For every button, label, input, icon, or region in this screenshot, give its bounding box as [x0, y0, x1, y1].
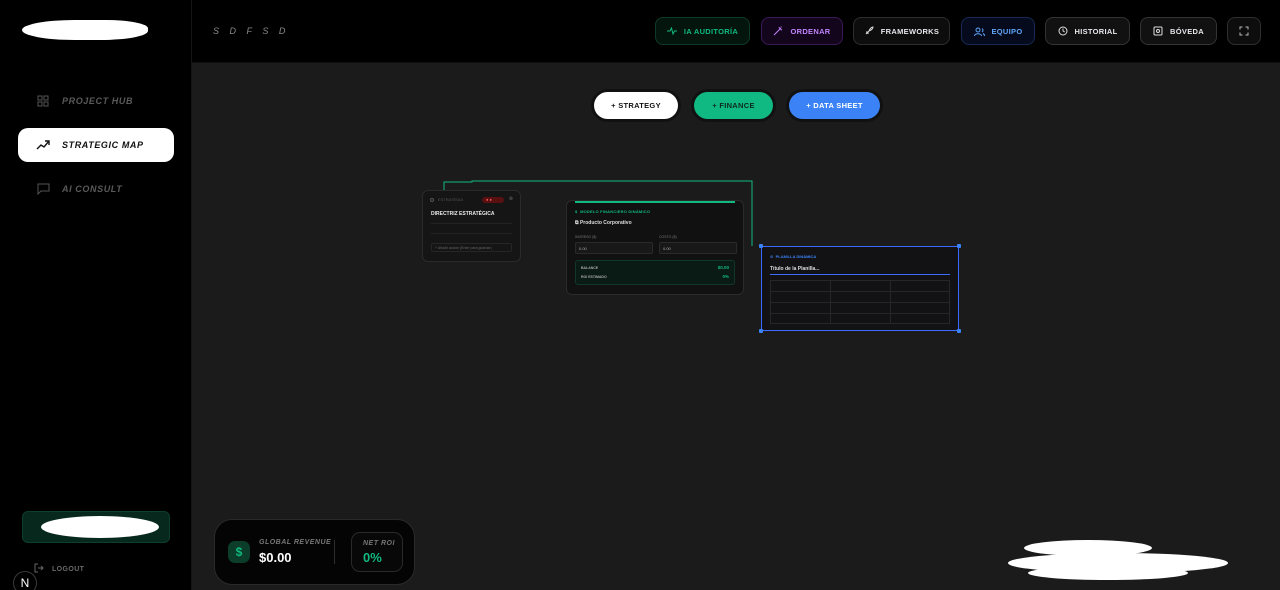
- wand-icon: [774, 26, 783, 36]
- strategy-node-title[interactable]: DIRECTRIZ ESTRATÉGICA: [431, 211, 495, 217]
- user-avatar-badge[interactable]: N: [13, 571, 37, 590]
- net-roi-label: NET ROI: [363, 540, 395, 547]
- history-icon: [1058, 26, 1067, 36]
- vault-icon: [1153, 26, 1163, 36]
- finance-node[interactable]: $ MODELO FINANCIERO DINÁMICO ⧉ Producto …: [566, 200, 744, 295]
- sidebar: PROJECT HUB STRATEGIC MAP AI CONSULT LOG…: [0, 0, 192, 590]
- add-strategy-button[interactable]: + STRATEGY: [594, 92, 678, 119]
- chat-icon: [36, 182, 50, 196]
- sidebar-item-strategic-map[interactable]: STRATEGIC MAP: [18, 128, 174, 162]
- button-label: FRAMEWORKS: [880, 26, 940, 36]
- finance-accent-bar: [575, 201, 735, 203]
- button-label: IA AUDITORÍA: [683, 26, 739, 36]
- strategy-node-header: ESTRATEGIA: [430, 197, 463, 202]
- finance-node-header: $ MODELO FINANCIERO DINÁMICO: [575, 209, 651, 214]
- finance-node-title[interactable]: ⧉ Producto Corporativo: [575, 220, 632, 226]
- sheet-title-input[interactable]: Título de la Planilla...: [770, 266, 819, 272]
- ordenar-button[interactable]: ORDENAR: [761, 17, 843, 45]
- resize-handle[interactable]: [759, 329, 763, 333]
- button-label: EQUIPO: [991, 26, 1023, 36]
- sheet-node-header-label: PLANILLA DINÁMICA: [775, 254, 817, 259]
- cost-input[interactable]: 0.00: [659, 242, 737, 254]
- income-label: INGRESO ($): [575, 235, 597, 239]
- divider: [431, 223, 512, 224]
- logout-label: LOGOUT: [52, 565, 85, 573]
- resize-handle[interactable]: [759, 244, 763, 248]
- global-revenue-label: GLOBAL REVENUE: [259, 539, 332, 546]
- add-data-sheet-button[interactable]: + DATA SHEET: [789, 92, 880, 119]
- dollar-icon: $: [228, 541, 250, 563]
- button-label: HISTORIAL: [1074, 26, 1118, 36]
- sidebar-item-label: AI CONSULT: [62, 184, 123, 194]
- strategic-map-canvas[interactable]: + STRATEGY + FINANCE + DATA SHEET ESTRAT…: [192, 63, 1280, 590]
- priority-badge[interactable]: ● ●: [482, 197, 504, 203]
- equipo-button[interactable]: EQUIPO: [961, 17, 1035, 45]
- rocket-icon: [865, 26, 874, 35]
- global-revenue-value: $0.00: [259, 550, 292, 565]
- topbar: S D F S D IA AUDITORÍA ORDENAR FRAMEWORK…: [192, 0, 1280, 63]
- sidebar-item-label: PROJECT HUB: [62, 96, 134, 106]
- button-label: BÓVEDA: [1170, 26, 1204, 36]
- net-roi-value: 0%: [363, 550, 382, 565]
- logout-icon: [34, 563, 44, 575]
- grid-icon: [36, 94, 50, 108]
- button-label: ORDENAR: [790, 26, 831, 36]
- finance-node-header-label: MODELO FINANCIERO DINÁMICO: [580, 209, 651, 214]
- strategy-node-header-label: ESTRATEGIA: [438, 197, 464, 202]
- resize-handle[interactable]: [957, 244, 961, 248]
- boveda-button[interactable]: BÓVEDA: [1140, 17, 1217, 45]
- sheet-grid[interactable]: [770, 280, 950, 324]
- roi-value: 0%: [722, 274, 729, 279]
- resize-handle[interactable]: [957, 329, 961, 333]
- finance-node-title-text: Producto Corporativo: [579, 220, 632, 226]
- sheet-node-header: ⊙ PLANILLA DINÁMICA: [770, 254, 817, 259]
- logout-button[interactable]: LOGOUT: [34, 563, 84, 575]
- trending-up-icon: [36, 138, 50, 152]
- sheet-title-underline: [770, 274, 950, 275]
- divider: [334, 540, 335, 564]
- strategy-node[interactable]: ESTRATEGIA ● ● ⊗ DIRECTRIZ ESTRATÉGICA +…: [422, 190, 521, 262]
- balance-label: BALANCE: [581, 266, 599, 270]
- user-card-redacted[interactable]: [22, 511, 170, 543]
- sidebar-item-label: STRATEGIC MAP: [62, 140, 144, 150]
- redacted-area: [1008, 540, 1228, 580]
- income-input[interactable]: 0.00: [575, 242, 653, 254]
- add-action-input[interactable]: + Añadir acción (Enter para guardar): [431, 243, 512, 252]
- users-icon: [973, 27, 985, 36]
- cost-label: COSTO ($): [659, 235, 677, 239]
- close-icon[interactable]: ⊗: [509, 196, 513, 202]
- balance-value: $0.00: [717, 265, 729, 270]
- historial-button[interactable]: HISTORIAL: [1045, 17, 1130, 45]
- logo-redacted: [22, 20, 148, 40]
- divider: [431, 233, 512, 234]
- roi-label: ROI ESTIMADO: [581, 275, 607, 279]
- ia-auditoria-button[interactable]: IA AUDITORÍA: [655, 17, 750, 45]
- connection-edges: [443, 180, 753, 246]
- sidebar-item-project-hub[interactable]: PROJECT HUB: [18, 84, 174, 118]
- data-sheet-node[interactable]: ⊙ PLANILLA DINÁMICA Título de la Planill…: [759, 244, 961, 333]
- add-finance-button[interactable]: + FINANCE: [694, 92, 773, 119]
- activity-icon: [666, 27, 677, 35]
- balance-panel: BALANCE $0.00 ROI ESTIMADO 0%: [575, 260, 735, 285]
- project-title: S D F S D: [213, 26, 290, 36]
- net-roi-box: NET ROI 0%: [351, 532, 403, 572]
- frameworks-button[interactable]: FRAMEWORKS: [853, 17, 950, 45]
- fullscreen-button[interactable]: [1227, 17, 1261, 45]
- stats-panel: $ GLOBAL REVENUE $0.00 NET ROI 0%: [214, 519, 415, 585]
- target-icon: [430, 197, 434, 202]
- expand-icon: [1239, 26, 1249, 36]
- sidebar-item-ai-consult[interactable]: AI CONSULT: [18, 172, 174, 206]
